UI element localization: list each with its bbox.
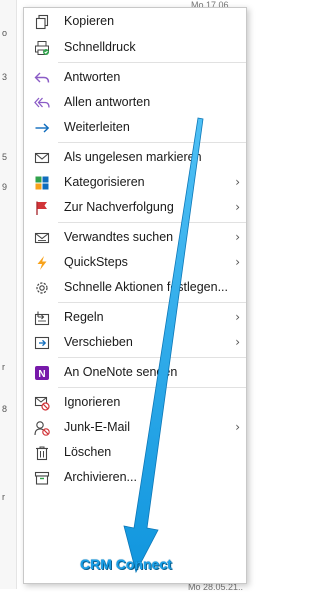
rules-icon (34, 310, 50, 326)
background-char: 9 (2, 182, 8, 192)
menu-item-junk[interactable]: Junk-E-Mail › (24, 416, 246, 440)
envelope-icon (34, 150, 50, 166)
chevron-right-icon: › (235, 230, 240, 244)
menu-item-label: Kategorisieren (64, 175, 145, 189)
reply-all-icon (34, 95, 50, 111)
background-char: r (2, 492, 5, 502)
background-char: 5 (2, 152, 8, 162)
menu-separator (58, 387, 246, 388)
ignore-icon (34, 395, 50, 411)
svg-text:N: N (38, 369, 45, 380)
background-char: 8 (2, 404, 8, 414)
menu-item-schnelldruck[interactable]: Schnelldruck (24, 36, 246, 60)
menu-item-label: Löschen (64, 445, 112, 459)
menu-item-label: Archivieren... (64, 470, 137, 484)
archive-icon (34, 470, 50, 486)
menu-item-label: Antworten (64, 70, 121, 84)
onenote-icon: N (34, 365, 50, 381)
menu-item-archivieren[interactable]: Archivieren... (24, 466, 246, 490)
menu-item-label: Als ungelesen markieren (64, 150, 202, 164)
chevron-right-icon: › (235, 175, 240, 189)
menu-item-label: Junk-E-Mail (64, 420, 130, 434)
menu-item-loeschen[interactable]: Löschen (24, 441, 246, 465)
print-icon (34, 40, 50, 56)
copy-icon (34, 14, 50, 30)
menu-item-label: Kopieren (64, 14, 115, 28)
background-char: 3 (2, 72, 8, 82)
menu-item-kategorisieren[interactable]: Kategorisieren › (24, 171, 246, 195)
context-menu: Kopieren Schnelldruck Antworten Allen an… (23, 7, 247, 584)
chevron-right-icon: › (235, 420, 240, 434)
chevron-right-icon: › (235, 200, 240, 214)
menu-item-label: Ignorieren (64, 395, 121, 409)
menu-item-label: Schnelldruck (64, 40, 136, 54)
background-char: o (2, 28, 8, 38)
menu-item-allen-antworten[interactable]: Allen antworten (24, 91, 246, 115)
lightning-icon (34, 255, 50, 271)
chevron-right-icon: › (235, 335, 240, 349)
menu-item-als-ungelesen[interactable]: Als ungelesen markieren (24, 146, 246, 170)
crm-connect-label: CRM Connect (80, 556, 172, 572)
flag-icon (34, 200, 50, 216)
menu-separator (58, 357, 246, 358)
menu-separator (58, 62, 246, 63)
related-mail-icon (34, 230, 50, 246)
menu-item-kopieren[interactable]: Kopieren (24, 10, 246, 34)
menu-item-onenote[interactable]: N An OneNote senden (24, 361, 246, 385)
menu-item-label: Weiterleiten (64, 120, 130, 134)
menu-item-label: Regeln (64, 310, 104, 324)
menu-separator (58, 142, 246, 143)
categorize-icon (34, 175, 50, 191)
menu-item-label: Zur Nachverfolgung (64, 200, 174, 214)
menu-separator (58, 222, 246, 223)
chevron-right-icon: › (235, 255, 240, 269)
trash-icon (34, 445, 50, 461)
junk-icon (34, 420, 50, 436)
menu-item-schnelle-aktionen[interactable]: Schnelle Aktionen festlegen... (24, 276, 246, 300)
menu-item-nachverfolgung[interactable]: Zur Nachverfolgung › (24, 196, 246, 220)
menu-item-weiterleiten[interactable]: Weiterleiten (24, 116, 246, 140)
chevron-right-icon: › (235, 310, 240, 324)
menu-item-quicksteps[interactable]: QuickSteps › (24, 251, 246, 275)
background-char: r (2, 362, 5, 372)
menu-item-label: Schnelle Aktionen festlegen... (64, 280, 229, 294)
menu-item-regeln[interactable]: Regeln › (24, 306, 246, 330)
menu-separator (58, 302, 246, 303)
gear-icon (34, 280, 50, 296)
menu-item-antworten[interactable]: Antworten (24, 66, 246, 90)
move-icon (34, 335, 50, 351)
forward-icon (34, 120, 50, 136)
menu-item-verwandtes[interactable]: Verwandtes suchen › (24, 226, 246, 250)
menu-item-label: QuickSteps (64, 255, 128, 269)
menu-item-label: An OneNote senden (64, 365, 178, 379)
menu-item-verschieben[interactable]: Verschieben › (24, 331, 246, 355)
menu-item-label: Verwandtes suchen (64, 230, 174, 244)
background-message-list: o 3 5 9 r 8 r (0, 0, 17, 589)
menu-item-label: Allen antworten (64, 95, 151, 109)
reply-icon (34, 70, 50, 86)
menu-item-ignorieren[interactable]: Ignorieren (24, 391, 246, 415)
menu-item-label: Verschieben (64, 335, 133, 349)
